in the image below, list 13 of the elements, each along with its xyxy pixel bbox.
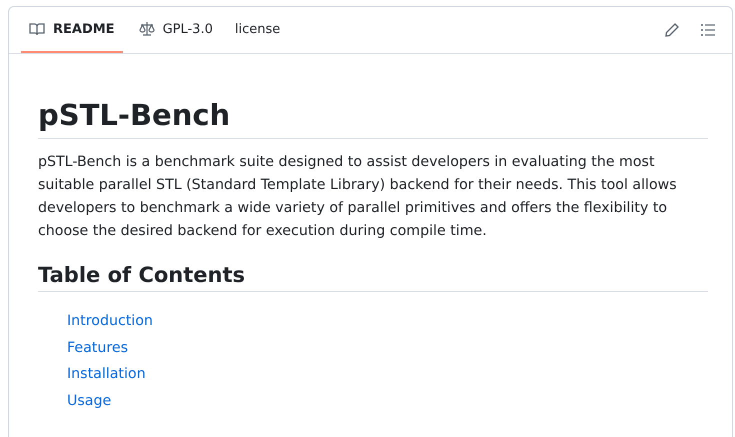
tab[interactable]: README bbox=[21, 7, 123, 53]
edit-button[interactable] bbox=[664, 22, 680, 38]
readme-title: pSTL-Bench bbox=[38, 98, 708, 139]
toc-link[interactable]: Installation bbox=[67, 361, 146, 388]
scale-icon bbox=[138, 21, 155, 37]
toc-link[interactable]: Features bbox=[67, 334, 128, 361]
book-icon bbox=[29, 21, 45, 37]
outline-button[interactable] bbox=[700, 22, 716, 38]
toc-link[interactable]: Introduction bbox=[67, 308, 153, 334]
toc-link[interactable]: Usage bbox=[67, 388, 112, 414]
intro-paragraph: pSTL-Bench is a benchmark suite designed to assist developers in evaluating the most suitable parallel STL (Standard Template Library) backend for their needs. This tool allows developers to benchmark a wide variety of parallel primitives and offers the flexibility to choose the desired backend for execution during compile time. bbox=[38, 153, 678, 241]
section-heading: Table of Contents bbox=[38, 263, 708, 292]
tab[interactable]: GPL-3.0 license bbox=[130, 7, 288, 53]
